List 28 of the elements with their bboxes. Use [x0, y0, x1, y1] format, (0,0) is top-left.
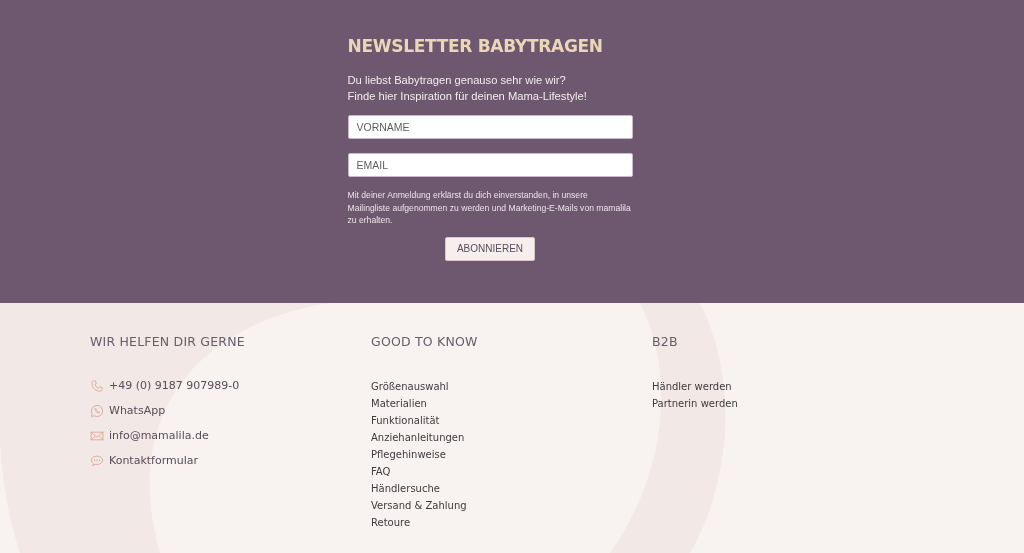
contact-link[interactable]: Kontaktformular — [109, 454, 199, 467]
footer-link[interactable]: Anziehanleitungen — [371, 429, 652, 446]
footer-link[interactable]: Pflegehinweise — [371, 446, 652, 463]
intro-text: Du liebst Babytragen genauso sehr wie wir? — [347, 73, 567, 88]
chat-icon — [90, 453, 104, 468]
input-field[interactable]: EMAIL — [347, 153, 633, 177]
contact-link[interactable]: +49 (0) 9187 907989-0 — [109, 379, 240, 392]
column-heading: B2B — [652, 334, 679, 349]
footer-link[interactable]: Retoure — [371, 514, 652, 531]
footer-link[interactable]: Größenauswahl — [371, 378, 652, 395]
footer-link[interactable]: Funktionalität — [371, 412, 652, 429]
footer-link[interactable]: Versand & Zahlung — [371, 497, 652, 514]
consent-text: Mit deiner Anmeldung erklärst du dich einverstanden, in unsere Mailingliste aufgenommen zu werden und Marketing-E-Mails von mamalila zu erhalten. — [347, 189, 632, 227]
subscribe-button[interactable]: ABONNIEREN — [444, 236, 536, 261]
intro-text: Finde hier Inspiration für deinen Mama-Lifestyle! — [347, 89, 588, 104]
contact-link[interactable]: WhatsApp — [109, 404, 166, 417]
footer-link[interactable]: Partnerin werden — [652, 395, 933, 412]
footer-link[interactable]: Händler werden — [652, 378, 933, 395]
contact-link[interactable]: info@mamalila.de — [109, 429, 209, 442]
footer-link[interactable]: Händlersuche — [371, 480, 652, 497]
input-field[interactable]: VORNAME — [347, 115, 633, 139]
whatsapp-icon — [90, 403, 104, 418]
column-heading: GOOD TO KNOW — [371, 334, 479, 349]
footer-link[interactable]: FAQ — [371, 463, 652, 480]
newsletter-title: NEWSLETTER BABYTRAGEN — [347, 36, 604, 58]
phone-icon — [90, 378, 104, 393]
column-heading: WIR HELFEN DIR GERNE — [90, 334, 246, 349]
footer-link[interactable]: Materialien — [371, 395, 652, 412]
